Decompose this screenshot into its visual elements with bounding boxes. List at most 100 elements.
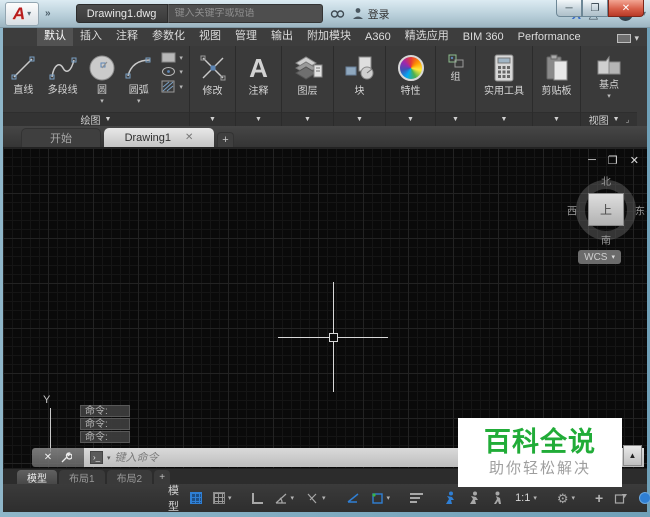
ribbon-tab-default[interactable]: 默认 bbox=[37, 25, 73, 46]
chevron-down-icon[interactable]: ▾ bbox=[387, 494, 391, 502]
compass-south-label[interactable]: 南 bbox=[601, 232, 611, 247]
close-tab-icon[interactable]: ✕ bbox=[185, 132, 193, 143]
modify-panel-flyout[interactable]: ▼ bbox=[190, 112, 235, 126]
annotation-monitor-button[interactable]: + bbox=[592, 488, 606, 508]
basepoint-button[interactable]: 基点 ▾ bbox=[581, 46, 637, 112]
clipboard-button[interactable]: 剪贴板 bbox=[533, 46, 580, 112]
layout-tab-layout2[interactable]: 布局2 bbox=[107, 470, 153, 484]
annotation-scale-sync-toggle[interactable] bbox=[464, 489, 483, 507]
circle-tool-button[interactable]: 圆 ▾ bbox=[84, 48, 121, 112]
clipboard-panel-flyout[interactable]: ▼ bbox=[533, 112, 580, 126]
ribbon-tab-parametric[interactable]: 参数化 bbox=[145, 25, 192, 46]
group-button[interactable]: 组 bbox=[436, 46, 475, 112]
chevron-down-icon[interactable]: ▾ bbox=[228, 494, 232, 502]
polar-tracking-toggle[interactable]: ▾ bbox=[271, 490, 298, 507]
chevron-down-icon[interactable]: ▾ bbox=[291, 494, 295, 502]
viewcube[interactable]: 北 南 西 东 上 bbox=[570, 174, 642, 246]
grid-display-toggle[interactable] bbox=[187, 490, 205, 506]
wrench-icon[interactable] bbox=[60, 452, 72, 464]
isolate-objects-button[interactable] bbox=[611, 490, 631, 507]
layout-tab-model[interactable]: 模型 bbox=[17, 470, 57, 484]
command-history-line: 命令: bbox=[80, 405, 130, 417]
compass-west-label[interactable]: 西 bbox=[567, 203, 577, 218]
chevron-down-icon[interactable]: ▾ bbox=[322, 494, 326, 502]
ribbon-tab-a360[interactable]: A360 bbox=[358, 29, 398, 46]
sign-in-button[interactable]: 登录 bbox=[368, 6, 390, 22]
annotate-button[interactable]: A 注释 bbox=[236, 46, 281, 112]
layers-panel-flyout[interactable]: ▼ bbox=[282, 112, 333, 126]
close-icon[interactable]: ✕ bbox=[44, 452, 52, 463]
arc-icon bbox=[124, 51, 154, 85]
minimize-button[interactable]: ─ bbox=[556, 0, 582, 17]
quick-access-expand-button[interactable]: » bbox=[45, 8, 50, 19]
doc-minimize-button[interactable]: ─ bbox=[588, 154, 596, 167]
doc-close-button[interactable]: ✕ bbox=[630, 154, 639, 167]
file-tab-drawing1[interactable]: Drawing1 ✕ bbox=[104, 128, 214, 147]
chevron-down-icon[interactable]: ▾ bbox=[572, 494, 576, 502]
compass-east-label[interactable]: 东 bbox=[635, 203, 645, 218]
ribbon-tab-manage[interactable]: 管理 bbox=[228, 25, 264, 46]
command-icon[interactable]: ›_ bbox=[90, 451, 103, 464]
layers-button[interactable]: 图层 bbox=[282, 46, 333, 112]
block-button[interactable]: 块 bbox=[334, 46, 385, 112]
draw-panel-title[interactable]: 绘图▼ bbox=[3, 112, 189, 126]
view-panel-title[interactable]: 视图▼⌟ bbox=[581, 112, 637, 126]
properties-panel-flyout[interactable]: ▼ bbox=[386, 112, 435, 126]
ellipse-tool-button[interactable]: ▾ bbox=[157, 66, 187, 77]
ribbon-tab-addins[interactable]: 附加模块 bbox=[300, 25, 358, 46]
wcs-menu[interactable]: WCS▾ bbox=[578, 250, 621, 264]
annotate-panel-flyout[interactable]: ▼ bbox=[236, 112, 281, 126]
ribbon-tab-featured-apps[interactable]: 精选应用 bbox=[398, 25, 456, 46]
snap-mode-toggle[interactable]: ▾ bbox=[210, 490, 235, 506]
isolate-objects-icon bbox=[614, 492, 628, 505]
polyline-tool-button[interactable]: 多段线 bbox=[42, 48, 84, 112]
rectangle-tool-button[interactable]: ▾ bbox=[157, 52, 187, 63]
annotation-scale-value[interactable]: 1:1 ▾ bbox=[512, 490, 540, 506]
ribbon-tab-insert[interactable]: 插入 bbox=[73, 25, 109, 46]
line-tool-button[interactable]: 直线 bbox=[5, 48, 42, 112]
workspace-switching-button[interactable]: ⚙▾ bbox=[554, 490, 578, 507]
doc-restore-button[interactable]: ❐ bbox=[608, 154, 618, 167]
file-tab-start[interactable]: 开始 bbox=[21, 128, 101, 147]
ribbon-tab-bim360[interactable]: BIM 360 bbox=[456, 29, 511, 46]
hatch-tool-button[interactable]: ▾ bbox=[157, 80, 187, 93]
ortho-mode-toggle[interactable] bbox=[249, 491, 266, 506]
object-snap-toggle[interactable]: ▾ bbox=[368, 490, 394, 507]
help-search-box[interactable] bbox=[168, 4, 323, 23]
ribbon-minimize-button[interactable]: ▾ bbox=[617, 33, 639, 46]
ribbon-tab-view[interactable]: 视图 bbox=[192, 25, 228, 46]
viewcube-top-face[interactable]: 上 bbox=[588, 193, 624, 226]
annotation-scale-toggle[interactable] bbox=[488, 489, 507, 507]
ribbon-tab-output[interactable]: 输出 bbox=[264, 25, 300, 46]
new-drawing-tab-button[interactable]: + bbox=[217, 132, 234, 147]
close-button[interactable]: ✕ bbox=[608, 0, 644, 17]
search-input[interactable] bbox=[169, 8, 322, 19]
app-menu-button[interactable]: A ▾ bbox=[5, 2, 39, 26]
osnap-tracking-toggle[interactable] bbox=[343, 490, 363, 506]
user-icon[interactable] bbox=[352, 7, 364, 20]
modify-button[interactable]: 修改 bbox=[190, 46, 235, 112]
chevron-down-icon[interactable]: ▾ bbox=[533, 494, 537, 502]
model-space-label[interactable]: 模型 bbox=[168, 482, 179, 514]
compass-north-label[interactable]: 北 bbox=[601, 173, 611, 188]
maximize-button[interactable]: ❐ bbox=[582, 0, 608, 17]
utilities-button[interactable]: 实用工具 bbox=[476, 46, 532, 112]
scroll-up-button[interactable]: ▲ bbox=[623, 445, 642, 466]
utilities-panel-flyout[interactable]: ▼ bbox=[476, 112, 532, 126]
lineweight-toggle[interactable] bbox=[407, 491, 426, 505]
panel-launcher-icon[interactable]: ⌟ bbox=[626, 115, 630, 124]
ribbon-tab-annotate[interactable]: 注释 bbox=[109, 25, 145, 46]
arc-tool-button[interactable]: 圆弧 ▾ bbox=[120, 48, 157, 112]
ribbon-tab-performance[interactable]: Performance bbox=[511, 29, 588, 46]
block-panel-flyout[interactable]: ▼ bbox=[334, 112, 385, 126]
command-bar-grip[interactable]: ✕ bbox=[32, 448, 84, 467]
chevron-down-icon[interactable]: ▾ bbox=[107, 454, 111, 462]
isometric-drafting-toggle[interactable]: ▾ bbox=[302, 490, 329, 507]
title-bar: A ▾ » Drawing1.dwg 登录 ▾ X △ ▾ ? ▾ ─ ❐ ✕ bbox=[0, 0, 650, 28]
search-icon[interactable] bbox=[330, 8, 345, 20]
annotation-visibility-toggle[interactable] bbox=[440, 489, 459, 507]
hardware-acceleration-button[interactable] bbox=[636, 490, 650, 506]
properties-button[interactable]: 特性 bbox=[386, 46, 435, 112]
layout-tab-layout1[interactable]: 布局1 bbox=[59, 470, 105, 484]
group-panel-flyout[interactable]: ▼ bbox=[436, 112, 475, 126]
